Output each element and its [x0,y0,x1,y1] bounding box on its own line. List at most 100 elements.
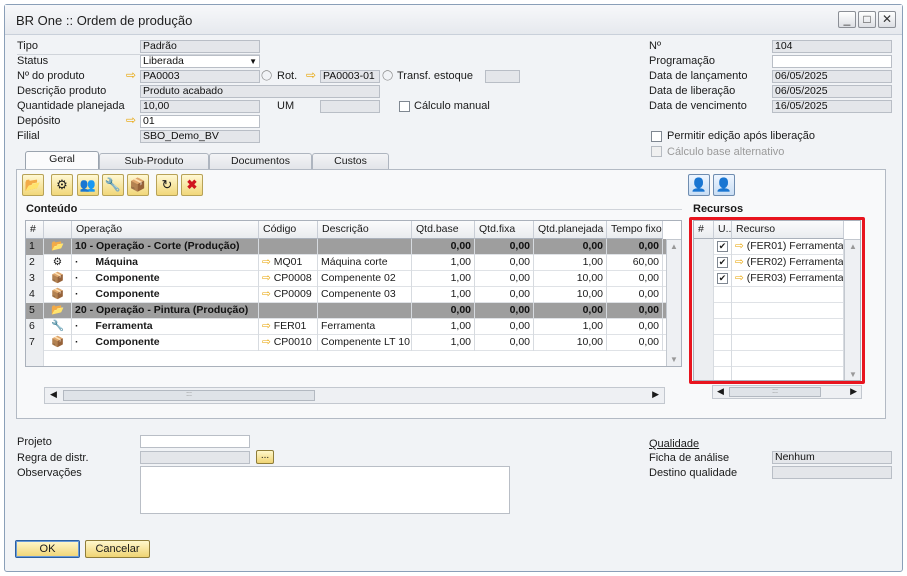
fixa-cell: 0,00 [475,255,534,271]
tempo-cell: 0,00 [607,271,663,287]
highlight-box [689,217,865,384]
regra-field [140,451,250,464]
desc-cell: Máquina corte [318,255,412,271]
users-icon[interactable]: 👥 [77,174,99,196]
column-header[interactable]: # [26,221,44,239]
regra-browse-button[interactable]: ... [256,450,274,464]
minimize-button[interactable]: _ [838,11,856,28]
destino-field [772,466,892,479]
table-row[interactable]: 2 ⚙ · Máquina ⇨ MQ01 Máquina corte 1,00 0,00 1,… [26,255,666,271]
column-header[interactable]: Descrição [318,221,412,239]
horizontal-scrollbar[interactable]: ◀ ::: ▶ [44,387,665,404]
base-cell: 1,00 [412,271,475,287]
operation-text: Máquina [95,256,139,268]
list-icon[interactable]: ◯ [261,70,272,81]
table-row[interactable]: 4 📦 · Componente ⇨ CP0009 Compenente 03 1,00 0… [26,287,666,303]
link-arrow-icon[interactable] [306,71,318,81]
table-row[interactable]: 5 📂 20 - Operação - Pintura (Produção) 0,00… [26,303,666,319]
operation-text: Componente [95,272,160,284]
delete-icon[interactable]: ✖ [181,174,203,196]
column-header[interactable]: Operação [72,221,259,239]
numero-label: Nº [649,40,661,52]
row-number: 4 [26,287,44,303]
scroll-thumb[interactable]: ::: [63,390,315,401]
cancel-button[interactable]: Cancelar [85,540,150,558]
table-row[interactable]: 7 📦 · Componente ⇨ CP0010 Compenente LT 10 1,… [26,335,666,351]
qtd-label: Quantidade planejada [17,100,125,112]
permitir-checkbox[interactable] [651,131,662,142]
row-number: 1 [26,239,44,255]
fixa-cell: 0,00 [475,335,534,351]
rot-field[interactable]: PA0003-01 [320,70,380,83]
base-cell: 1,00 [412,287,475,303]
liberacao-label: Data de liberação [649,85,736,97]
box-icon[interactable]: 📦 [127,174,149,196]
column-header[interactable]: Qtd.planejada [534,221,607,239]
fixa-cell: 0,00 [475,319,534,335]
gear-icon[interactable]: ⚙ [51,174,73,196]
programacao-field[interactable] [772,55,892,68]
operation-cell: · Máquina [72,255,259,271]
descricao-field: Produto acabado [140,85,380,98]
add-resource-icon[interactable]: 👤 [688,174,710,196]
scroll-thumb[interactable]: ::: [729,387,821,397]
tab-sub-produto[interactable]: Sub-Produto [99,153,209,170]
table-row[interactable]: 1 📂 10 - Operação - Corte (Produção) 0,00 0,… [26,239,666,255]
plan-cell: 0,00 [534,239,607,255]
wrench-icon[interactable]: 🔧 [102,174,124,196]
column-header[interactable]: Tempo fixo [607,221,663,239]
produto-field[interactable]: PA0003 [140,70,260,83]
numero-field: 104 [772,40,892,53]
tab-documentos[interactable]: Documentos [209,153,312,170]
calc-alt-checkbox [651,146,662,157]
column-header[interactable] [44,221,72,239]
row-number: 2 [26,255,44,271]
fixa-cell: 0,00 [475,303,534,319]
link-arrow-icon[interactable] [126,71,138,81]
code-cell [259,303,318,319]
remove-resource-icon[interactable]: 👤 [713,174,735,196]
maximize-button[interactable]: □ [858,11,876,28]
tab-geral[interactable]: Geral [25,151,99,170]
tempo-cell: 0,00 [607,287,663,303]
operation-text: 10 - Operação - Corte (Produção) [75,240,240,252]
plan-cell: 1,00 [534,319,607,335]
calc-alt-label: Cálculo base alternativo [667,146,785,158]
calculo-manual-checkbox[interactable] [399,101,410,112]
column-header[interactable]: Qtd.fixa [475,221,534,239]
projeto-field[interactable] [140,435,250,448]
qtd-field[interactable]: 10,00 [140,100,260,113]
operation-cell: · Componente [72,287,259,303]
folder-icon[interactable]: 📂 [22,174,44,196]
table-row[interactable]: 6 🔧 · Ferramenta ⇨ FER01 Ferramenta 1,00 0,00 1… [26,319,666,335]
table-row[interactable]: 3 📦 · Componente ⇨ CP0008 Compenente 02 1,00 0… [26,271,666,287]
code-cell: ⇨ CP0009 [259,287,318,303]
tab-custos[interactable]: Custos [312,153,389,170]
calculo-manual-label: Cálculo manual [414,100,490,112]
column-header[interactable]: Qtd.base [412,221,475,239]
vencimento-label: Data de vencimento [649,100,747,112]
operation-cell: 20 - Operação - Pintura (Produção) [72,303,259,319]
column-header[interactable]: Código [259,221,318,239]
tempo-cell: 0,00 [607,319,663,335]
desc-cell: Compenente LT 10 [318,335,412,351]
list-icon[interactable]: ◯ [382,70,393,81]
recursos-horizontal-scrollbar[interactable]: ◀ ::: ▶ [712,385,862,399]
operation-cell: · Componente [72,271,259,287]
fixa-cell: 0,00 [475,239,534,255]
ok-button[interactable]: OK [15,540,80,558]
status-select[interactable]: Liberada ▼ [140,55,260,68]
plan-cell: 10,00 [534,271,607,287]
vertical-scrollbar[interactable]: ▲ ▼ [666,239,681,366]
close-button[interactable]: ✕ [878,11,896,28]
ficha-label: Ficha de análise [649,452,730,464]
link-arrow-icon: ⇨ [262,288,274,300]
deposito-field[interactable]: 01 [140,115,260,128]
link-arrow-icon[interactable] [126,116,138,126]
desc-cell: Ferramenta [318,319,412,335]
link-arrow-icon: ⇨ [262,272,274,284]
refresh-icon[interactable]: ↻ [156,174,178,196]
plan-cell: 0,00 [534,303,607,319]
observacoes-textarea[interactable] [140,466,510,514]
operation-text: Ferramenta [95,320,153,332]
